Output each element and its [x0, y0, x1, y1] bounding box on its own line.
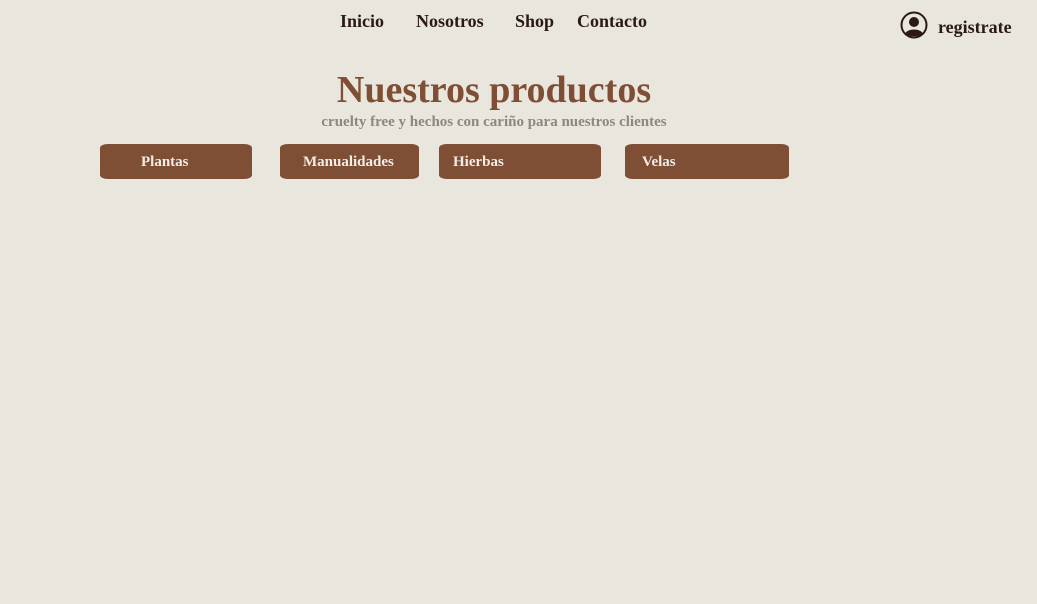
- category-button-hierbas[interactable]: Hierbas: [439, 144, 601, 179]
- category-button-label: Velas: [642, 154, 676, 170]
- register-label: registrate: [938, 17, 1012, 37]
- category-button-manualidades[interactable]: Manualidades: [280, 144, 419, 179]
- nav-link-contacto[interactable]: Contacto: [577, 10, 647, 32]
- category-button-label: Plantas: [141, 154, 189, 170]
- nav-link-nosotros[interactable]: Nosotros: [416, 10, 484, 32]
- category-button-plantas[interactable]: Plantas: [100, 144, 252, 179]
- nav-link-shop[interactable]: Shop: [515, 10, 554, 32]
- register-link[interactable]: registrate: [900, 10, 1012, 40]
- category-button-label: Manualidades: [303, 154, 394, 170]
- user-avatar-icon: [900, 11, 928, 39]
- category-button-velas[interactable]: Velas: [625, 144, 789, 179]
- nav-link-inicio[interactable]: Inicio: [340, 10, 384, 32]
- page-subtitle: cruelty free y hechos con cariño para nu…: [321, 114, 667, 130]
- page-title: Nuestros productos: [336, 69, 652, 111]
- category-button-label: Hierbas: [453, 154, 504, 170]
